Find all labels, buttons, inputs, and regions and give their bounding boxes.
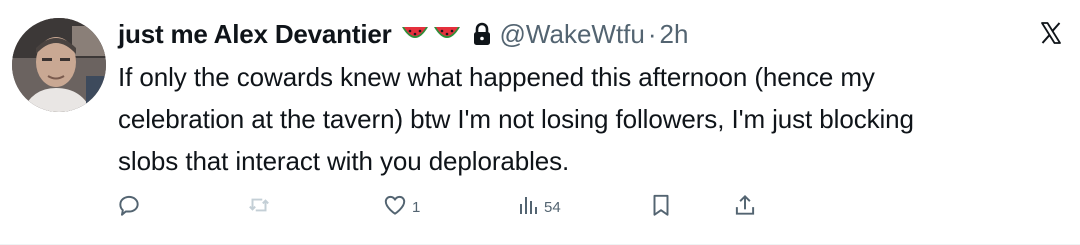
watermelon-icon [432, 23, 462, 45]
repost-icon [246, 192, 272, 223]
reply-icon [116, 192, 142, 223]
separator-dot: · [647, 18, 657, 49]
tweet-card[interactable]: just me Alex Devantier @WakeWtfu · 2h If… [0, 0, 1080, 245]
watermelon-icon [400, 23, 430, 45]
like-count: 1 [412, 198, 421, 216]
timestamp[interactable]: 2h [660, 19, 689, 50]
reply-button[interactable] [116, 192, 146, 222]
tweet-text-line: slobs that interact with you deplorables… [118, 146, 570, 176]
bookmark-button[interactable] [648, 192, 678, 222]
heart-icon [382, 192, 408, 223]
user-handle[interactable]: @WakeWtfu [500, 19, 645, 50]
repost-button[interactable] [246, 192, 276, 222]
avatar[interactable] [12, 18, 106, 112]
views-button[interactable]: 54 [516, 192, 561, 222]
views-icon [516, 192, 540, 223]
lock-icon [472, 22, 492, 46]
bookmark-icon [648, 192, 674, 223]
like-button[interactable]: 1 [382, 192, 420, 222]
views-count: 54 [544, 198, 561, 216]
action-bar: 1 54 [0, 192, 1080, 222]
share-icon [732, 192, 758, 223]
share-button[interactable] [732, 192, 762, 222]
display-name[interactable]: just me Alex Devantier [118, 19, 392, 50]
tweet-header: just me Alex Devantier @WakeWtfu · 2h [118, 14, 688, 54]
avatar-image [12, 18, 106, 112]
tweet-text-line: celebration at the tavern) btw I'm not l… [118, 104, 914, 134]
tweet-text: If only the cowards knew what happened t… [118, 56, 1038, 182]
tweet-text-line: If only the cowards knew what happened t… [118, 62, 875, 92]
x-logo-icon[interactable] [1036, 18, 1066, 48]
